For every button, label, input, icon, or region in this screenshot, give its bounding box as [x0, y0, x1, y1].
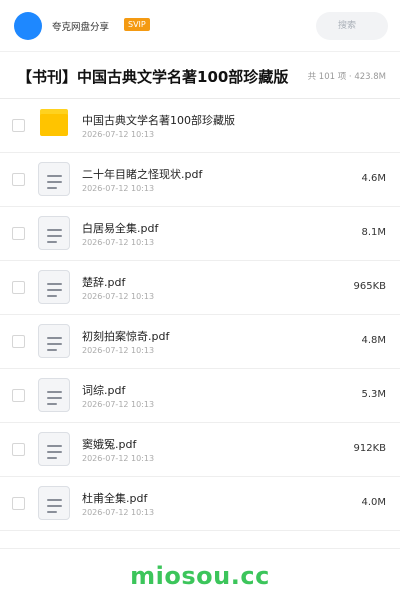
file-name[interactable]: 杜甫全集.pdf: [82, 490, 147, 506]
file-date: 2026-07-12 10:13: [82, 400, 155, 409]
file-date: 2026-07-12 10:13: [82, 130, 155, 139]
file-date: 2026-07-12 10:13: [82, 508, 155, 517]
file-date: 2026-07-12 10:13: [82, 454, 155, 463]
file-icon: [38, 162, 70, 196]
row-checkbox[interactable]: [12, 335, 25, 348]
file-row[interactable]: 中国古典文学名著100部珍藏版 2026-07-12 10:13: [0, 99, 400, 153]
row-checkbox[interactable]: [12, 227, 25, 240]
file-name[interactable]: 初刻拍案惊奇.pdf: [82, 328, 169, 344]
file-row[interactable]: 二十年目睹之怪现状.pdf 2026-07-12 10:13 4.6M: [0, 153, 400, 207]
file-icon: [38, 378, 70, 412]
file-icon: [38, 270, 70, 304]
footer-divider: [0, 548, 400, 549]
share-user-name: 夸克网盘分享: [52, 22, 110, 33]
file-icon: [38, 216, 70, 250]
file-row[interactable]: 楚辞.pdf 2026-07-12 10:13 965KB: [0, 261, 400, 315]
file-size: 4.8M: [361, 335, 386, 346]
avatar[interactable]: [14, 12, 42, 40]
top-bar: 夸克网盘分享 SVIP 搜索: [0, 0, 400, 52]
row-checkbox[interactable]: [12, 281, 25, 294]
search-input[interactable]: 搜索: [316, 12, 388, 40]
file-size: 4.0M: [361, 497, 386, 508]
row-checkbox[interactable]: [12, 173, 25, 186]
file-row[interactable]: 杜甫全集.pdf 2026-07-12 10:13 4.0M: [0, 477, 400, 531]
row-checkbox[interactable]: [12, 497, 25, 510]
page-title: 【书刊】中国古典文学名著100部珍藏版: [17, 68, 289, 86]
file-date: 2026-07-12 10:13: [82, 238, 155, 247]
file-row[interactable]: 词综.pdf 2026-07-12 10:13 5.3M: [0, 369, 400, 423]
file-name[interactable]: 窦娥冤.pdf: [82, 436, 136, 452]
file-row[interactable]: 白居易全集.pdf 2026-07-12 10:13 8.1M: [0, 207, 400, 261]
file-row[interactable]: 初刻拍案惊奇.pdf 2026-07-12 10:13 4.8M: [0, 315, 400, 369]
row-checkbox[interactable]: [12, 389, 25, 402]
file-size: 912KB: [353, 443, 386, 454]
file-name[interactable]: 词综.pdf: [82, 382, 125, 398]
file-icon: [38, 486, 70, 520]
file-name[interactable]: 中国古典文学名著100部珍藏版: [82, 112, 235, 128]
file-icon: [38, 324, 70, 358]
share-title-bar: 【书刊】中国古典文学名著100部珍藏版 共 101 项 · 423.8M: [0, 53, 400, 99]
file-size: 965KB: [353, 281, 386, 292]
file-name[interactable]: 楚辞.pdf: [82, 274, 125, 290]
file-size: 8.1M: [361, 227, 386, 238]
folder-icon: [38, 108, 70, 142]
svip-badge: SVIP: [124, 18, 150, 31]
row-checkbox[interactable]: [12, 119, 25, 132]
file-name[interactable]: 白居易全集.pdf: [82, 220, 158, 236]
file-size: 4.6M: [361, 173, 386, 184]
file-row[interactable]: 窦娥冤.pdf 2026-07-12 10:13 912KB: [0, 423, 400, 477]
file-date: 2026-07-12 10:13: [82, 346, 155, 355]
file-list: 中国古典文学名著100部珍藏版 2026-07-12 10:13 二十年目睹之怪…: [0, 99, 400, 531]
file-date: 2026-07-12 10:13: [82, 292, 155, 301]
file-date: 2026-07-12 10:13: [82, 184, 155, 193]
file-size: 5.3M: [361, 389, 386, 400]
watermark: miosou.cc: [130, 562, 270, 590]
file-name[interactable]: 二十年目睹之怪现状.pdf: [82, 166, 202, 182]
row-checkbox[interactable]: [12, 443, 25, 456]
share-summary: 共 101 项 · 423.8M: [307, 72, 386, 82]
file-icon: [38, 432, 70, 466]
